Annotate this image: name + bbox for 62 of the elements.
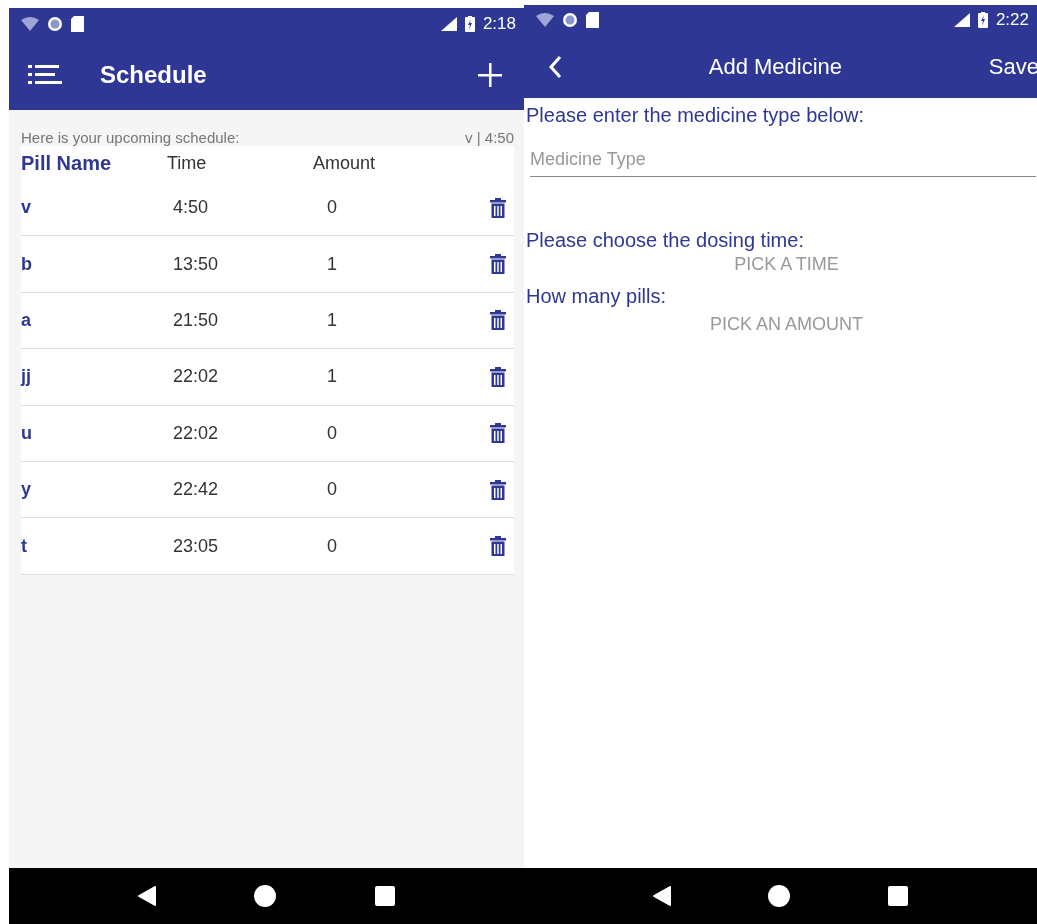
intro-text: Here is your upcoming schedule: [21,129,240,146]
time-text: 13:50 [172,253,220,275]
status-time: 2:22 [995,10,1029,30]
amount-text: 1 [326,253,338,275]
pill-name: v [21,197,32,219]
pill-name: jj [21,366,32,388]
trash-icon[interactable] [490,479,506,500]
next-dose-text: v | 4:50 [465,129,514,146]
time-text: 22:02 [172,366,220,388]
time-text: 22:42 [172,479,220,501]
time-text: 21:50 [172,309,220,331]
status-time: 2:18 [482,14,516,34]
home-icon[interactable] [768,885,791,907]
trash-icon[interactable] [490,536,506,557]
wifi-icon [21,17,39,31]
sd-card-icon [71,16,84,32]
recents-icon[interactable] [888,886,909,906]
signal-icon [440,17,457,31]
pill-name: u [21,422,33,444]
column-header: Pill Name [21,151,113,175]
column-header: Time [167,152,208,174]
pill-name: y [21,479,32,501]
amount-text: 0 [326,535,338,557]
pill-name: a [21,309,32,331]
sd-card-icon [586,12,599,28]
signal-icon [953,13,970,27]
trash-icon[interactable] [490,254,506,275]
trash-icon[interactable] [490,310,506,331]
home-icon[interactable] [254,885,277,907]
prompt-text: Please choose the dosing time: [525,229,805,252]
amount-text: 0 [326,479,338,501]
amount-text: 0 [326,197,338,219]
add-icon[interactable] [478,63,502,87]
amount-text: 0 [326,422,338,444]
screen-title: Schedule [100,61,208,89]
pick-amount-button[interactable]: PICK AN AMOUNT [710,314,863,335]
circle-icon [562,12,578,28]
time-text: 4:50 [172,197,210,219]
wifi-icon [536,13,554,27]
back-icon[interactable] [138,886,157,906]
circle-icon [47,16,63,32]
battery-icon [464,16,475,32]
back-icon[interactable] [548,54,562,79]
time-text: 22:02 [172,422,220,444]
time-text: 23:05 [172,535,220,557]
input-field[interactable]: Medicine Type [530,143,1036,177]
pill-name: b [21,253,33,275]
amount-text: 1 [326,366,338,388]
pick-time-button[interactable]: PICK A TIME [734,254,839,275]
trash-icon[interactable] [490,366,506,387]
trash-icon[interactable] [490,197,506,218]
trash-icon[interactable] [490,423,506,444]
pill-name: t [21,535,28,557]
amount-text: 1 [326,309,338,331]
prompt-text: How many pills: [525,285,668,308]
menu-icon[interactable] [28,64,62,86]
battery-icon [977,12,988,28]
back-icon[interactable] [652,886,671,906]
recents-icon[interactable] [374,886,395,906]
prompt-text: Please enter the medicine type below: [525,104,865,127]
screen-title: Add Medicine [707,53,844,80]
column-header: Amount [313,152,377,174]
